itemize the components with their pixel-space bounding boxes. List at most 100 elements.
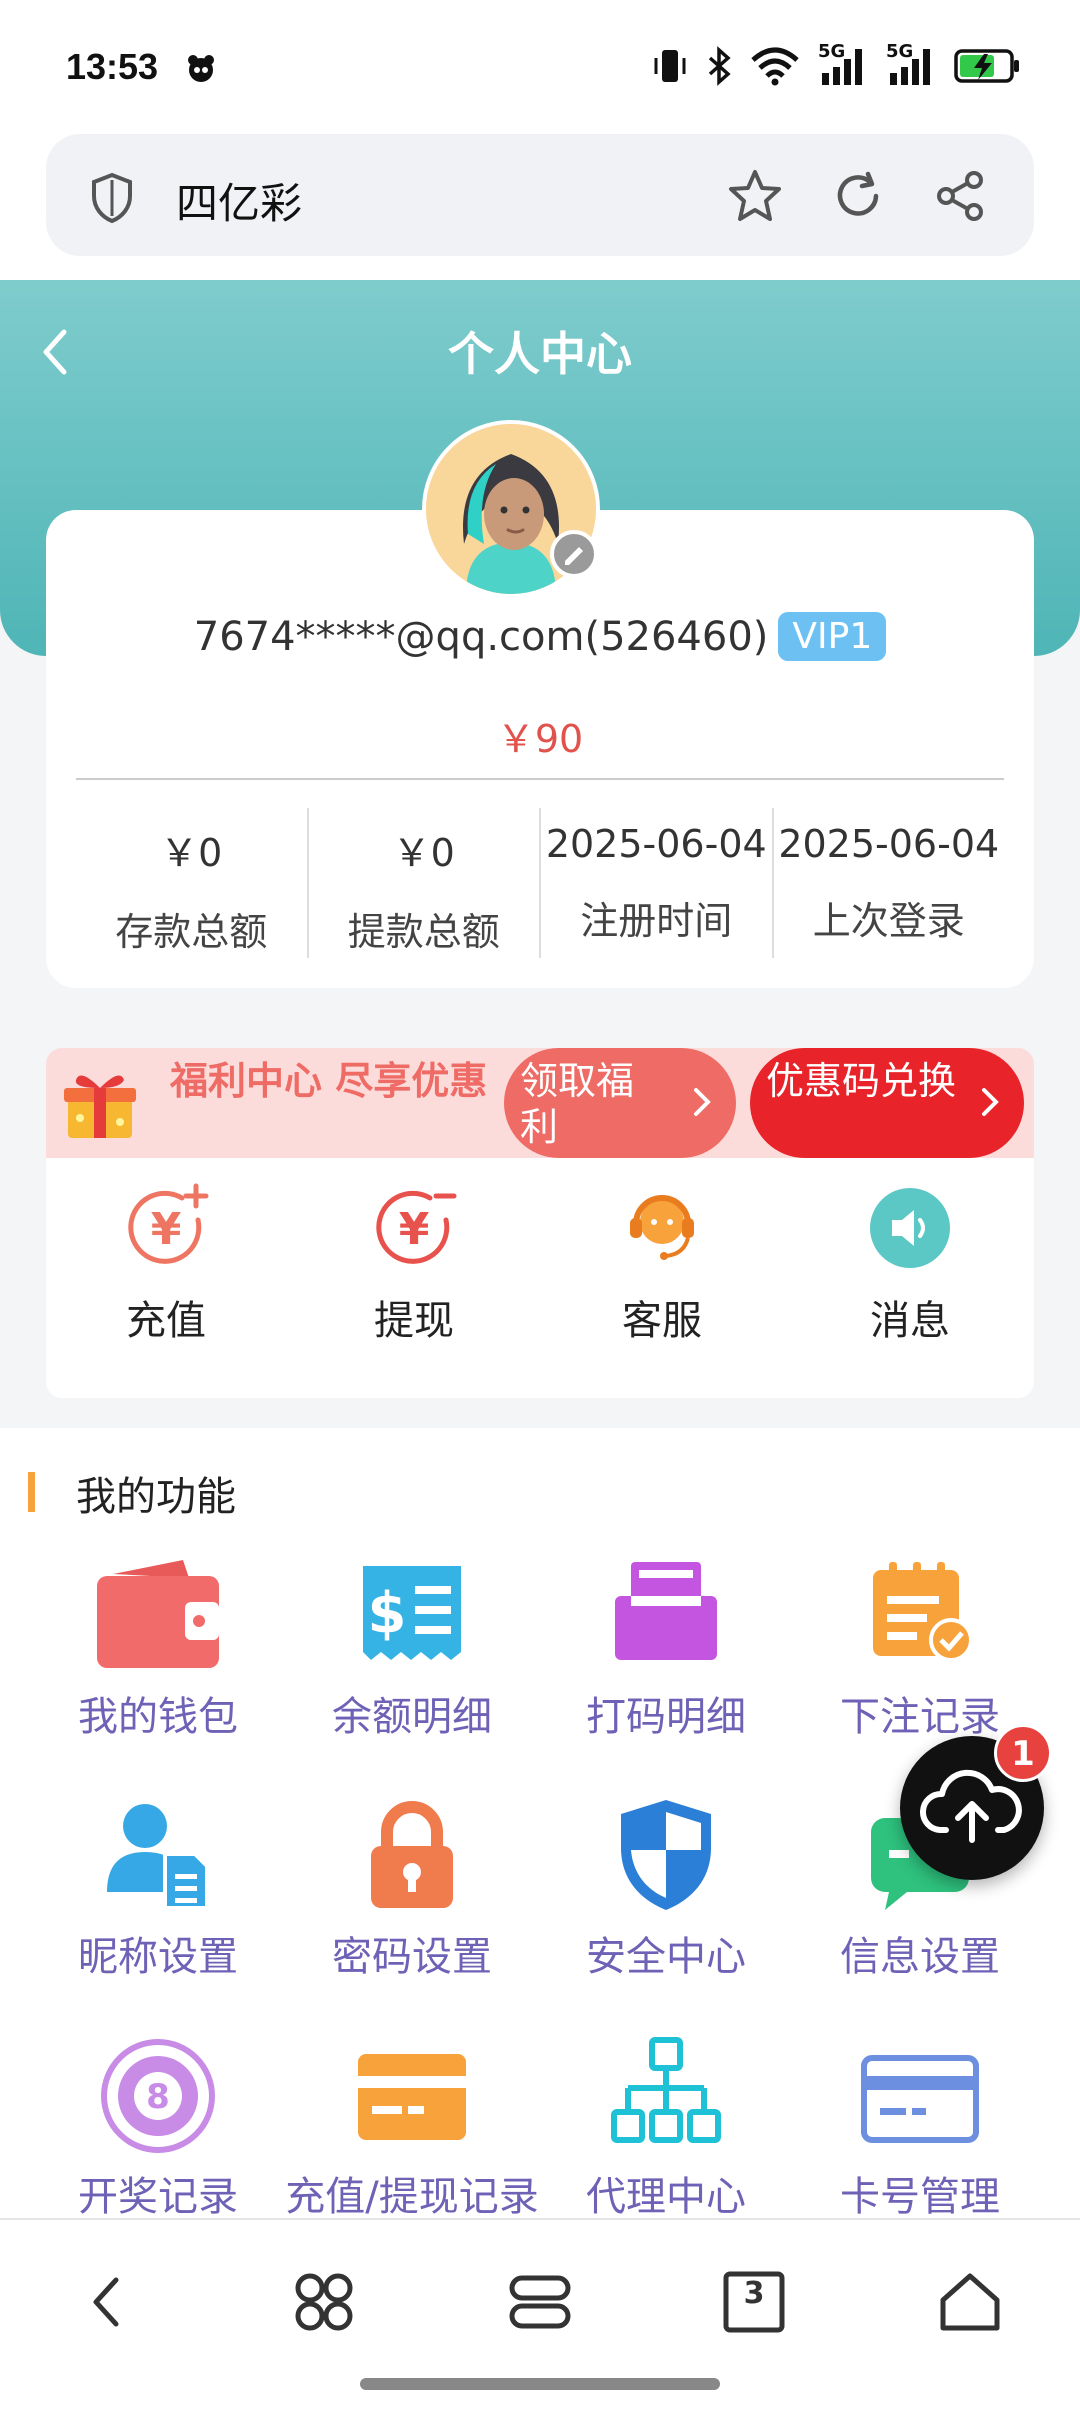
- svg-text:¥: ¥: [151, 1204, 182, 1255]
- func-code-detail[interactable]: 打码明细: [536, 1556, 796, 1742]
- app-notification-icon: [188, 55, 214, 82]
- share-icon[interactable]: [934, 170, 986, 222]
- password-lock-icon: [371, 1801, 453, 1908]
- browser-toolbar: 四亿彩: [0, 130, 1080, 280]
- edit-avatar-icon[interactable]: [550, 530, 598, 578]
- func-label: 信息设置: [840, 1934, 1000, 1980]
- quick-action-message[interactable]: 消息: [810, 1180, 1010, 1346]
- card-divider: [76, 778, 1004, 780]
- wifi-icon: [751, 47, 799, 86]
- status-bar: 13:53 5G 5G: [0, 0, 1080, 130]
- battery-icon: [954, 49, 1019, 83]
- quick-action-customer-service[interactable]: 客服: [562, 1180, 762, 1346]
- recharge-icon: ¥: [128, 1183, 209, 1264]
- status-icons: 5G 5G: [652, 41, 1020, 88]
- status-time: 13:53: [66, 46, 159, 87]
- heading-accent-bar: [28, 1472, 35, 1512]
- func-label: 打码明细: [586, 1694, 746, 1740]
- message-icon: [870, 1188, 950, 1268]
- func-label: 卡号管理: [840, 2174, 1000, 2220]
- welfare-text: 福利中心 尽享优惠: [170, 1059, 488, 1103]
- apps-clover-icon: [295, 2273, 353, 2331]
- receive-welfare-label: 领取福利: [520, 1059, 635, 1149]
- coupon-redeem-label: 优惠码兑换: [766, 1059, 957, 1103]
- chevron-right-icon: [982, 1088, 999, 1116]
- address-bar[interactable]: 四亿彩: [46, 134, 1034, 256]
- vip-badge: VIP1: [778, 612, 887, 661]
- func-label: 余额明细: [332, 1694, 492, 1740]
- stat-label: 上次登录: [812, 899, 965, 943]
- func-label: 安全中心: [586, 1934, 746, 1980]
- func-lottery-record[interactable]: 8 开奖记录: [28, 2036, 288, 2222]
- quick-action-label: 充值: [126, 1298, 206, 1344]
- wallet-icon: [97, 1560, 219, 1668]
- balance-detail-icon: $: [363, 1566, 461, 1660]
- quick-action-label: 消息: [870, 1298, 950, 1344]
- reload-icon[interactable]: [832, 170, 884, 222]
- nav-menu-button[interactable]: [500, 2262, 580, 2342]
- nav-home-button[interactable]: [930, 2262, 1010, 2342]
- account-stats: ￥0 存款总额 ￥0 提款总额 2025-06-04 注册时间 2025-06-…: [76, 808, 1004, 958]
- balance-amount: ￥90: [496, 717, 584, 761]
- nav-apps-button[interactable]: [284, 2262, 364, 2342]
- upload-badge: 1: [994, 1724, 1052, 1782]
- quick-action-withdraw[interactable]: ¥ 提现: [314, 1180, 514, 1346]
- stat-value: 2025-06-04: [545, 822, 767, 866]
- func-label: 密码设置: [332, 1934, 492, 1980]
- quick-action-recharge[interactable]: ¥ 充值: [66, 1180, 266, 1346]
- receive-welfare-button[interactable]: 领取福利: [504, 1048, 736, 1158]
- functions-heading: 我的功能: [76, 1474, 236, 1520]
- func-password[interactable]: 密码设置: [282, 1796, 542, 1982]
- page-title: 个人中心: [448, 327, 632, 381]
- chevron-left-icon: [93, 2277, 119, 2327]
- security-shield-icon: [621, 1800, 711, 1910]
- bet-record-icon: [873, 1562, 973, 1662]
- signal-icon-2: 5G: [886, 41, 936, 87]
- func-bet-record[interactable]: 下注记录: [790, 1556, 1050, 1742]
- func-agent-center[interactable]: 代理中心: [536, 2036, 796, 2222]
- func-label: 开奖记录: [78, 2174, 238, 2220]
- coupon-redeem-button[interactable]: 优惠码兑换: [750, 1048, 1024, 1158]
- func-card-management[interactable]: 卡号管理: [790, 2036, 1050, 2222]
- stat-withdraw-total: ￥0 提款总额: [309, 808, 541, 958]
- customer-service-icon: [630, 1195, 694, 1260]
- star-icon[interactable]: [726, 168, 784, 224]
- nickname-icon: [107, 1804, 209, 1910]
- nav-back-button[interactable]: [66, 2262, 146, 2342]
- stat-value: 2025-06-04: [778, 822, 1000, 866]
- tabs-count: 3: [743, 2276, 765, 2311]
- code-detail-icon: [615, 1562, 717, 1660]
- stat-deposit-total: ￥0 存款总额: [76, 808, 309, 958]
- func-label: 充值/提现记录: [285, 2174, 539, 2220]
- stat-label: 提款总额: [347, 910, 500, 954]
- func-recharge-record[interactable]: 充值/提现记录: [282, 2036, 542, 2222]
- func-balance-detail[interactable]: $ 余额明细: [282, 1556, 542, 1742]
- chevron-right-icon: [694, 1088, 711, 1116]
- gesture-bar[interactable]: [360, 2378, 720, 2390]
- func-security[interactable]: 安全中心: [536, 1796, 796, 1982]
- func-wallet[interactable]: 我的钱包: [28, 1556, 288, 1742]
- shield-icon[interactable]: [90, 172, 134, 224]
- vibrate-icon: [654, 50, 686, 82]
- nav-tabs-button[interactable]: 3: [714, 2262, 794, 2342]
- home-icon: [940, 2273, 1000, 2331]
- stat-register-time: 2025-06-04 注册时间: [541, 808, 774, 958]
- func-nickname[interactable]: 昵称设置: [28, 1796, 288, 1982]
- account-id: 7674*****@qq.com(526460): [193, 613, 769, 660]
- lottery-ball-icon: 8: [101, 2039, 215, 2153]
- svg-text:$: $: [368, 1581, 407, 1646]
- quick-action-label: 提现: [374, 1298, 454, 1344]
- quick-actions: ¥ 充值 ¥ 提现 客服 消息: [46, 1158, 1034, 1398]
- quick-action-label: 客服: [622, 1298, 702, 1344]
- stat-value: ￥0: [160, 831, 223, 875]
- func-label: 我的钱包: [78, 1694, 238, 1740]
- page-url-title[interactable]: 四亿彩: [176, 170, 302, 231]
- agent-tree-icon: [611, 2037, 721, 2143]
- bank-card-icon: [861, 2055, 979, 2143]
- bluetooth-icon: [708, 46, 731, 86]
- recharge-record-icon: [358, 2054, 466, 2140]
- welfare-banner: 福利中心 尽享优惠 领取福利 优惠码兑换: [46, 1048, 1034, 1158]
- gift-icon: [64, 1075, 136, 1138]
- account-row: 7674*****@qq.com(526460) VIP1: [0, 612, 1080, 661]
- func-label: 昵称设置: [78, 1934, 238, 1980]
